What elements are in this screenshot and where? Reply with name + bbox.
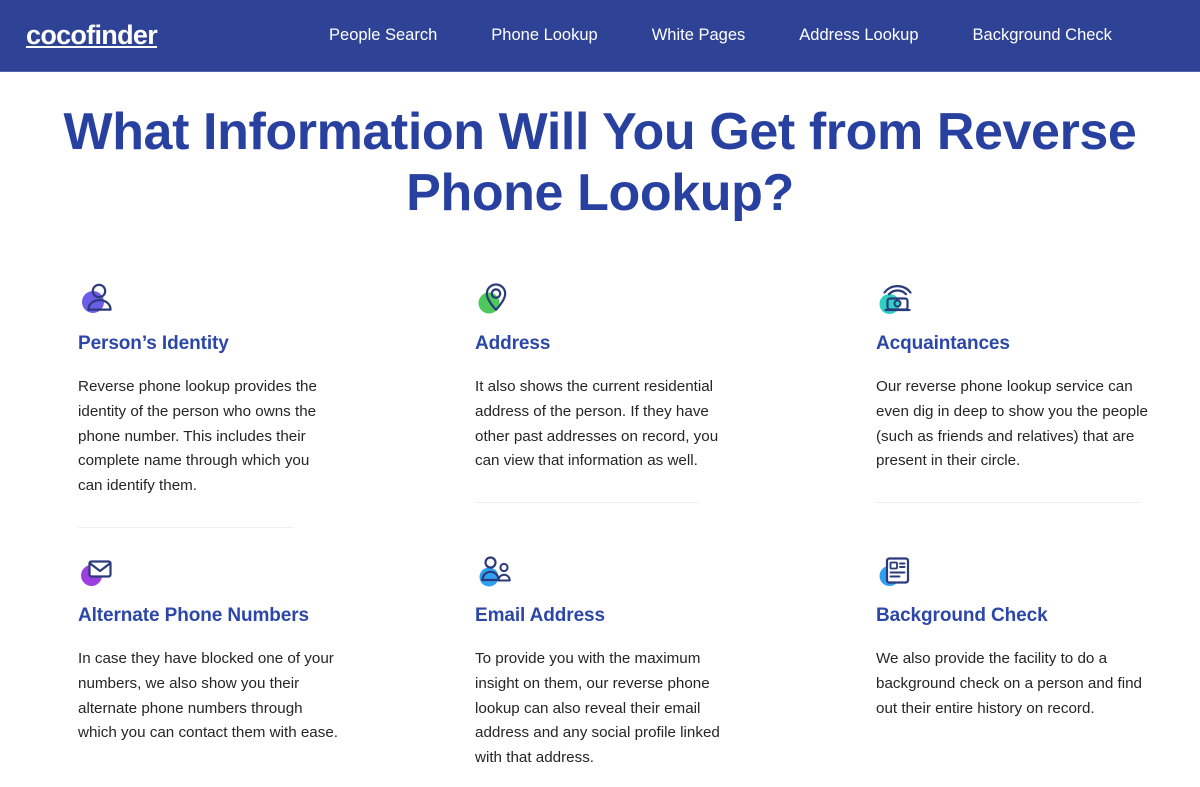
nav-link-people-search[interactable]: People Search [329, 26, 437, 44]
feature-description: We also provide the facility to do a bac… [876, 650, 1142, 717]
nav-item-people-search[interactable]: People Search [329, 26, 437, 45]
page-title: What Information Will You Get from Rever… [63, 103, 1137, 222]
feature-card-background-check: Background Check We also provide the fac… [800, 528, 1200, 771]
nav-item-address-lookup[interactable]: Address Lookup [799, 26, 918, 45]
nav-item-background-check[interactable]: Background Check [973, 26, 1112, 45]
id-document-icon [876, 552, 920, 592]
nav-link-background-check[interactable]: Background Check [973, 26, 1112, 44]
feature-divider [876, 501, 1140, 503]
feature-card-email-address: Email Address To provide you with the ma… [400, 528, 800, 771]
nav-link-white-pages[interactable]: White Pages [652, 26, 746, 44]
feature-card-persons-identity: Person’s Identity Reverse phone lookup p… [0, 224, 400, 528]
feature-divider [475, 501, 698, 503]
feature-title: Alternate Phone Numbers [78, 604, 310, 626]
features-grid: Person’s Identity Reverse phone lookup p… [0, 224, 1200, 771]
nav-item-phone-lookup[interactable]: Phone Lookup [491, 26, 597, 45]
feature-description: Our reverse phone lookup service can eve… [876, 378, 1148, 470]
main-navigation: People Search Phone Lookup White Pages A… [329, 26, 1112, 45]
telephone-icon [876, 280, 920, 320]
feature-description: In case they have blocked one of your nu… [78, 650, 339, 742]
nav-link-phone-lookup[interactable]: Phone Lookup [491, 26, 597, 44]
feature-description: It also shows the current residential ad… [475, 378, 719, 470]
feature-description: Reverse phone lookup provides the identi… [78, 378, 317, 494]
feature-title: Background Check [876, 604, 1048, 626]
envelope-icon [78, 552, 122, 592]
feature-title: Acquaintances [876, 332, 1010, 354]
feature-title: Address [475, 332, 551, 354]
site-logo[interactable]: cocofinder [26, 22, 158, 49]
nav-link-address-lookup[interactable]: Address Lookup [799, 26, 918, 44]
person-identity-icon [78, 280, 122, 320]
two-people-icon [475, 552, 519, 592]
nav-item-white-pages[interactable]: White Pages [652, 26, 746, 45]
feature-card-address: Address It also shows the current reside… [400, 224, 800, 528]
feature-card-alternate-phone-numbers: Alternate Phone Numbers In case they hav… [0, 528, 400, 771]
feature-title: Email Address [475, 604, 605, 626]
feature-description: To provide you with the maximum insight … [475, 650, 720, 766]
site-header: cocofinder People Search Phone Lookup Wh… [0, 0, 1200, 72]
feature-title: Person’s Identity [78, 332, 229, 354]
feature-card-acquaintances: Acquaintances Our reverse phone lookup s… [800, 224, 1200, 528]
map-pin-icon [475, 280, 519, 320]
